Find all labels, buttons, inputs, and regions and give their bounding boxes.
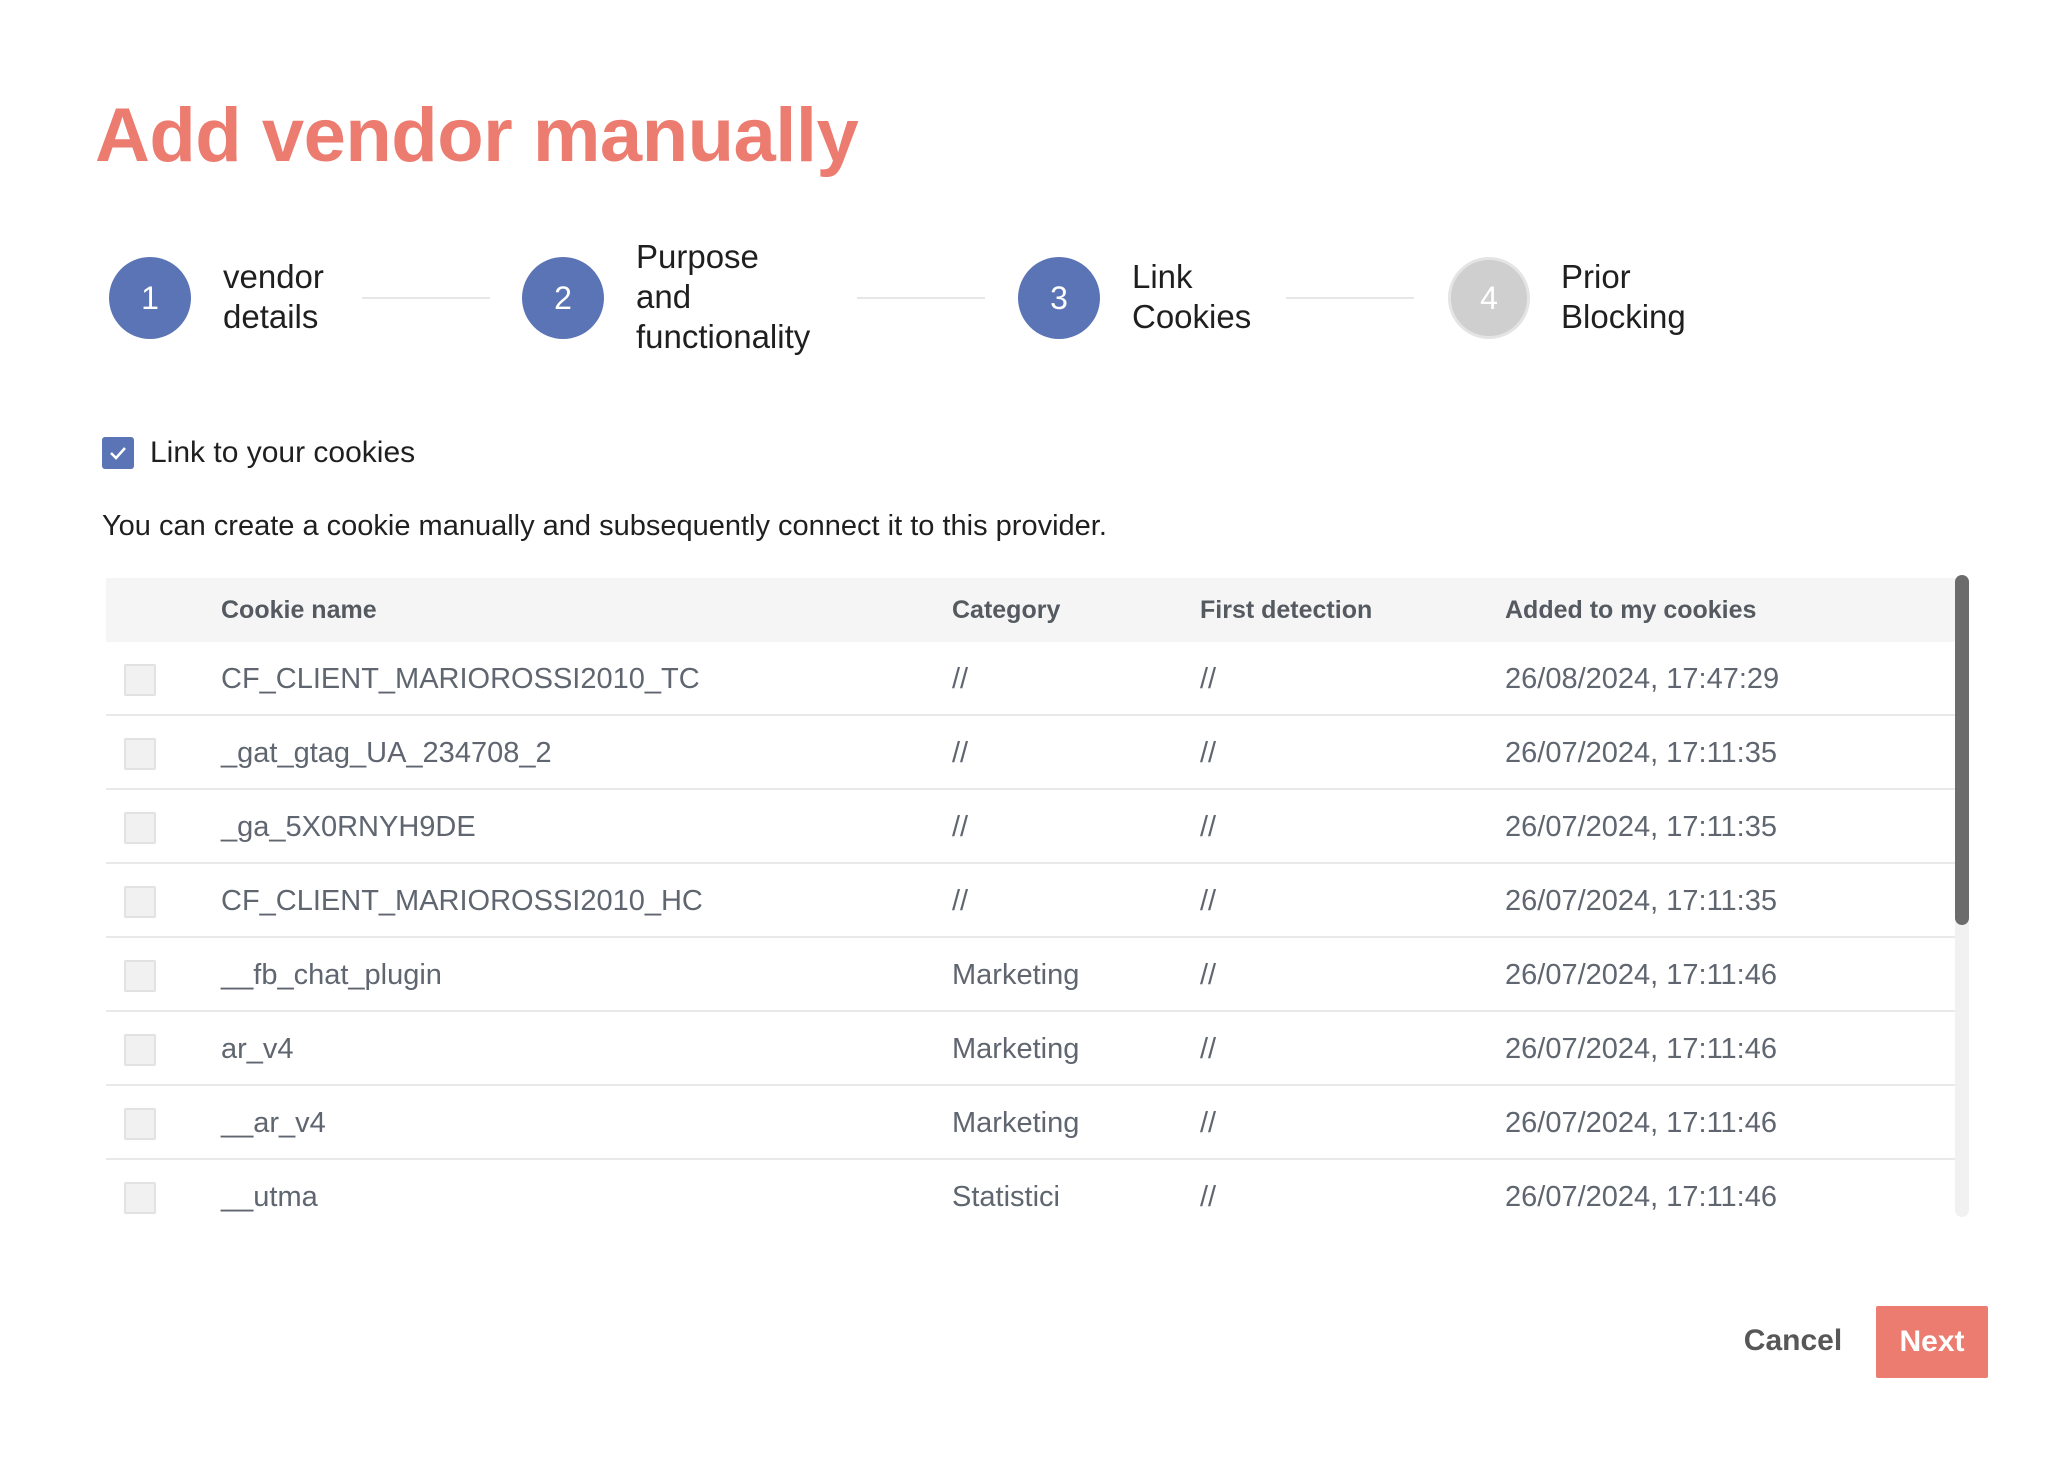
step-3-label-line2: Cookies [1132,298,1252,335]
step-1-circle[interactable]: 1 [109,257,191,339]
cookie-name-cell: _gat_gtag_UA_234708_2 [221,737,552,769]
row-checkbox[interactable] [124,960,156,992]
row-checkbox[interactable] [124,886,156,918]
category-cell: Marketing [952,959,1080,991]
category-cell: Marketing [952,1033,1080,1065]
first-detection-cell: // [1200,1181,1217,1213]
first-detection-cell: // [1200,737,1217,769]
added-date-cell: 26/07/2024, 17:11:35 [1505,811,1777,843]
step-2-label[interactable]: Purpose and functionality [636,237,810,357]
row-checkbox[interactable] [124,664,156,696]
table-row[interactable]: _gat_gtag_UA_234708_2 // // 26/07/2024, … [106,716,1968,790]
category-cell: Statistici [952,1181,1060,1213]
step-1-label-line1: vendor [223,258,324,295]
row-checkbox[interactable] [124,1108,156,1140]
first-detection-cell: // [1200,811,1217,843]
table-row[interactable]: CF_CLIENT_MARIOROSSI2010_TC // // 26/08/… [106,642,1968,716]
step-3-label-line1: Link [1132,258,1193,295]
column-header-added[interactable]: Added to my cookies [1505,578,1756,642]
added-date-cell: 26/08/2024, 17:47:29 [1505,663,1780,695]
column-header-cookie-name[interactable]: Cookie name [221,578,377,642]
step-2-label-line3: functionality [636,318,811,355]
category-cell: // [952,885,969,917]
step-4-label[interactable]: Prior Blocking [1561,257,1686,337]
cookie-name-cell: CF_CLIENT_MARIOROSSI2010_HC [221,885,703,917]
table-row[interactable]: _ga_5X0RNYH9DE // // 26/07/2024, 17:11:3… [106,790,1968,864]
first-detection-cell: // [1200,663,1217,695]
step-2-label-line2: and [636,278,692,315]
cancel-button[interactable]: Cancel [1728,1306,1858,1376]
step-3-circle[interactable]: 3 [1018,257,1100,339]
cookie-name-cell: __utma [221,1181,318,1213]
description-text: You can create a cookie manually and sub… [102,510,1107,542]
step-1-label-line2: details [223,298,319,335]
added-date-cell: 26/07/2024, 17:11:46 [1505,1107,1777,1139]
added-date-cell: 26/07/2024, 17:11:35 [1505,737,1777,769]
category-cell: // [952,737,969,769]
table-row[interactable]: ar_v4 Marketing // 26/07/2024, 17:11:46 [106,1012,1968,1086]
column-header-category[interactable]: Category [952,578,1060,642]
table-row[interactable]: __ar_v4 Marketing // 26/07/2024, 17:11:4… [106,1086,1968,1160]
added-date-cell: 26/07/2024, 17:11:46 [1505,1181,1777,1213]
table-row[interactable]: CF_CLIENT_MARIOROSSI2010_HC // // 26/07/… [106,864,1968,938]
table-row[interactable]: __fb_chat_plugin Marketing // 26/07/2024… [106,938,1968,1012]
cookie-name-cell: _ga_5X0RNYH9DE [221,811,476,843]
first-detection-cell: // [1200,885,1217,917]
first-detection-cell: // [1200,1107,1217,1139]
first-detection-cell: // [1200,959,1217,991]
column-header-first-detection[interactable]: First detection [1200,578,1372,642]
step-connector-2 [857,297,985,299]
step-1-label[interactable]: vendor details [223,257,324,337]
cookie-name-cell: __fb_chat_plugin [221,959,442,991]
added-date-cell: 26/07/2024, 17:11:46 [1505,1033,1777,1065]
step-4-circle[interactable]: 4 [1448,257,1530,339]
cookie-name-cell: CF_CLIENT_MARIOROSSI2010_TC [221,663,700,695]
step-4-label-line2: Blocking [1561,298,1686,335]
added-date-cell: 26/07/2024, 17:11:46 [1505,959,1777,991]
step-2-circle[interactable]: 2 [522,257,604,339]
category-cell: // [952,663,969,695]
added-date-cell: 26/07/2024, 17:11:35 [1505,885,1777,917]
scrollbar-thumb[interactable] [1955,575,1969,925]
table-header: Cookie name Category First detection Add… [106,578,1968,642]
cookie-name-cell: __ar_v4 [221,1107,326,1139]
checkmark-icon [110,447,126,460]
link-cookies-label[interactable]: Link to your cookies [150,434,415,472]
row-checkbox[interactable] [124,812,156,844]
first-detection-cell: // [1200,1033,1217,1065]
step-3-label[interactable]: Link Cookies [1132,257,1251,337]
link-cookies-checkbox[interactable] [102,437,134,469]
row-checkbox[interactable] [124,1182,156,1214]
step-connector-3 [1286,297,1414,299]
table-row[interactable]: __utma Statistici // 26/07/2024, 17:11:4… [106,1160,1968,1218]
step-4-label-line1: Prior [1561,258,1631,295]
step-2-label-line1: Purpose [636,238,759,275]
row-checkbox[interactable] [124,738,156,770]
row-checkbox[interactable] [124,1034,156,1066]
stepper: 1 vendor details 2 Purpose and functiona… [0,0,2070,400]
category-cell: Marketing [952,1107,1080,1139]
step-connector-1 [362,297,490,299]
table-scrollbar[interactable] [1955,575,1969,1217]
cookie-name-cell: ar_v4 [221,1033,294,1065]
cookies-table: Cookie name Category First detection Add… [106,578,1968,1218]
category-cell: // [952,811,969,843]
next-button[interactable]: Next [1876,1306,1988,1378]
